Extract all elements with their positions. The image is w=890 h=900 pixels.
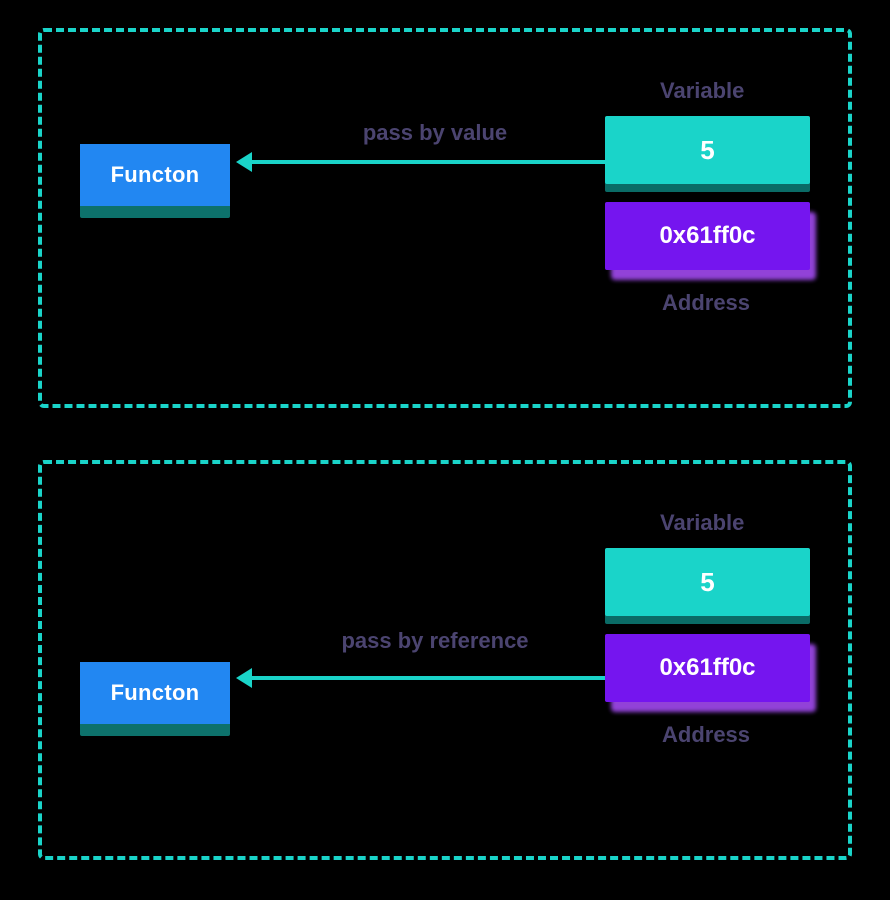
address-box-2: 0x61ff0c xyxy=(605,634,810,702)
arrow-caption-value: pass by value xyxy=(320,120,550,146)
variable-label-2: Variable xyxy=(660,510,744,536)
address-label: Address xyxy=(662,290,750,316)
value-box: 5 xyxy=(605,116,810,184)
address-box: 0x61ff0c xyxy=(605,202,810,270)
arrow-head-reference xyxy=(236,668,252,688)
arrow-line-reference xyxy=(252,676,605,680)
arrow-line-value xyxy=(252,160,605,164)
address-text-2: 0x61ff0c xyxy=(659,654,755,682)
arrow-head-value xyxy=(236,152,252,172)
address-text: 0x61ff0c xyxy=(659,222,755,250)
arrow-caption-reference: pass by reference xyxy=(290,628,580,654)
function-box-2: Functon xyxy=(80,662,230,724)
value-text: 5 xyxy=(700,135,714,166)
variable-label: Variable xyxy=(660,78,744,104)
value-text-2: 5 xyxy=(700,567,714,598)
value-box-2: 5 xyxy=(605,548,810,616)
function-box: Functon xyxy=(80,144,230,206)
function-label: Functon xyxy=(111,162,200,188)
function-label-2: Functon xyxy=(111,680,200,706)
address-label-2: Address xyxy=(662,722,750,748)
